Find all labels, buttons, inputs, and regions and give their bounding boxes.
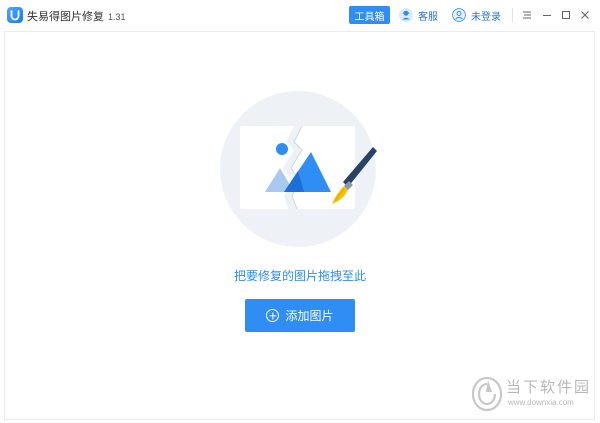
- drop-hint-text: 把要修复的图片拖拽至此: [233, 269, 366, 283]
- watermark-name: 当下软件园: [506, 379, 592, 396]
- plus-circle-icon: [266, 309, 280, 322]
- menu-button[interactable]: [520, 8, 534, 22]
- app-version: 1.31: [108, 12, 126, 22]
- menu-icon: [523, 11, 531, 19]
- login-button[interactable]: 未登录: [452, 7, 501, 23]
- watermark-logo-icon: [471, 376, 503, 412]
- close-button[interactable]: [578, 8, 592, 22]
- app-logo-icon: [7, 7, 23, 23]
- app-title-text: 失易得图片修复: [27, 11, 104, 23]
- minimize-button[interactable]: [540, 8, 554, 22]
- title-bar-divider: [512, 8, 513, 22]
- maximize-icon: [562, 11, 570, 19]
- add-image-button[interactable]: 添加图片: [245, 299, 355, 332]
- site-watermark: 当下软件园 www.downxia.com: [470, 374, 590, 414]
- close-icon: [581, 11, 589, 19]
- toolbox-button[interactable]: 工具箱: [349, 6, 390, 24]
- headset-user-icon: [399, 8, 413, 22]
- customer-service-button[interactable]: 客服: [399, 7, 438, 23]
- add-image-label: 添加图片: [285, 309, 334, 323]
- maximize-button[interactable]: [559, 8, 573, 22]
- login-label: 未登录: [471, 11, 501, 23]
- title-bar: 失易得图片修复 1.31 工具箱 客服 未登录: [0, 0, 600, 30]
- watermark-url: www.downxia.com: [508, 398, 574, 407]
- minimize-icon: [543, 15, 551, 16]
- app-title: 失易得图片修复 1.31: [27, 8, 126, 24]
- broken-image-repair-illustration: [218, 90, 378, 250]
- customer-service-label: 客服: [418, 11, 438, 23]
- user-icon: [452, 8, 466, 22]
